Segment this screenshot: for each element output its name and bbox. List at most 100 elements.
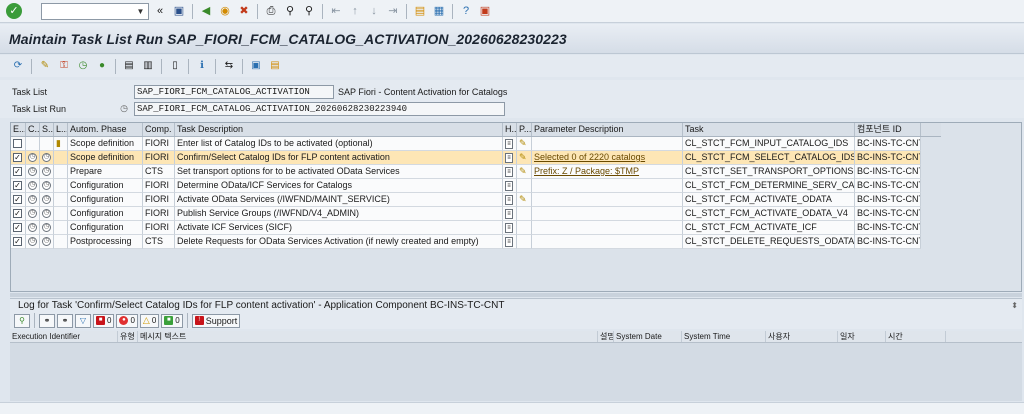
col-header-phase[interactable]: Autom. Phase (68, 123, 143, 136)
param-icon-cell[interactable]: ✎ (517, 137, 532, 151)
help-cell[interactable]: ≡ (503, 221, 517, 235)
task-list-run-field[interactable]: SAP_FIORI_FCM_CATALOG_ACTIVATION_2026062… (134, 101, 505, 116)
double-chevron-left-icon[interactable]: « (152, 3, 168, 19)
edit-icon[interactable]: ✎ (37, 58, 53, 74)
table-row[interactable]: ✓ ◷ ◷ Postprocessing CTS Delete Requests… (11, 235, 941, 249)
activate-icon[interactable]: ● (94, 58, 110, 74)
find-icon[interactable]: ⚲ (282, 3, 298, 19)
help-cell[interactable]: ≡ (503, 193, 517, 207)
execute-checkbox[interactable]: ✓ (11, 193, 26, 207)
help-cell[interactable]: ≡ (503, 179, 517, 193)
execute-checkbox[interactable]: ✓ (11, 179, 26, 193)
help-icon[interactable]: ? (458, 3, 474, 19)
table-row[interactable]: ▮ Scope definition FIORI Enter list of C… (11, 137, 941, 151)
param-cell[interactable] (532, 137, 683, 151)
filter-button[interactable]: ▽ (75, 313, 91, 328)
task-list-field[interactable]: SAP_FIORI_FCM_CATALOG_ACTIVATION (134, 84, 334, 99)
new-session-icon[interactable]: ▤ (412, 3, 428, 19)
col-header-p[interactable]: P... (517, 123, 532, 136)
table-row[interactable]: ✓ ◷ ◷ Scope definition FIORI Confirm/Sel… (11, 151, 941, 165)
customize-layout-icon[interactable]: ▣ (477, 3, 493, 19)
log-icon[interactable]: ▣ (248, 58, 264, 74)
lock-icon[interactable]: ⚿ (56, 58, 72, 74)
table-row[interactable]: ✓ ◷ ◷ Prepare CTS Set transport options … (11, 165, 941, 179)
col-header-param[interactable]: Parameter Description (532, 123, 683, 136)
param-icon-cell[interactable]: ✎ (517, 193, 532, 207)
chevron-down-icon[interactable]: ▼ (134, 5, 147, 18)
ok-icon[interactable]: ✓ (6, 3, 22, 19)
col-header-c[interactable]: C... (26, 123, 40, 136)
help-cell[interactable]: ≡ (503, 151, 517, 165)
param-cell[interactable]: Prefix: Z / Package: $TMP (532, 165, 683, 179)
command-input[interactable] (42, 3, 134, 19)
execute-checkbox[interactable] (11, 137, 26, 151)
log-body (10, 343, 1022, 401)
col-header-s[interactable]: S... (40, 123, 54, 136)
execute-checkbox[interactable]: ✓ (11, 151, 26, 165)
parameter-link[interactable]: Selected 0 of 2220 catalogs (534, 152, 645, 162)
col-header-desc[interactable]: Task Description (175, 123, 503, 136)
display-icon[interactable]: ▤ (267, 58, 283, 74)
print-icon[interactable]: ⎙ (263, 3, 279, 19)
info-filter-button[interactable]: ■ 0 (161, 313, 183, 328)
collapse-icon[interactable]: ▥ (140, 58, 156, 74)
settings-icon[interactable]: ⇆ (221, 58, 237, 74)
param-icon-cell[interactable]: ✎ (517, 165, 532, 179)
col-header-h[interactable]: H... (503, 123, 517, 136)
error-filter-button[interactable]: ● 0 (116, 313, 138, 328)
prev-page-icon[interactable]: ↑ (347, 3, 363, 19)
command-field[interactable]: ▼ (41, 2, 149, 20)
zoom-button[interactable]: ⚲ (14, 313, 30, 328)
col-header-message[interactable]: 메시지 텍스트 (138, 331, 598, 342)
find-next-icon[interactable]: ⚲ (301, 3, 317, 19)
stop-filter-button[interactable]: ■ 0 (93, 313, 115, 328)
col-header-time[interactable]: 시간 (886, 331, 946, 342)
exit-icon[interactable]: ◉ (217, 3, 233, 19)
save-icon[interactable]: ▣ (171, 3, 187, 19)
cancel-icon[interactable]: ✖ (236, 3, 252, 19)
find-next-button[interactable]: ⚭ (57, 313, 73, 328)
help-cell[interactable]: ≡ (503, 207, 517, 221)
execute-checkbox[interactable]: ✓ (11, 207, 26, 221)
help-cell[interactable]: ≡ (503, 165, 517, 179)
find-button[interactable]: ⚭ (39, 313, 55, 328)
table-row[interactable]: ✓ ◷ ◷ Configuration FIORI Determine ODat… (11, 179, 941, 193)
first-page-icon[interactable]: ⇤ (328, 3, 344, 19)
document-icon[interactable]: ▯ (167, 58, 183, 74)
execute-checkbox[interactable]: ✓ (11, 165, 26, 179)
table-row[interactable]: ✓ ◷ ◷ Configuration FIORI Publish Servic… (11, 207, 941, 221)
col-header-exec-id[interactable]: Execution Identifier (10, 331, 118, 342)
col-header-desc[interactable]: 설명 (598, 331, 614, 342)
col-header-systime[interactable]: System Time (682, 331, 766, 342)
execute-icon[interactable]: ◷ (75, 58, 91, 74)
col-header-e[interactable]: E... (11, 123, 26, 136)
execute-checkbox[interactable]: ✓ (11, 235, 26, 249)
table-row[interactable]: ✓ ◷ ◷ Configuration FIORI Activate OData… (11, 193, 941, 207)
table-row[interactable]: ✓ ◷ ◷ Configuration FIORI Activate ICF S… (11, 221, 941, 235)
scroll-arrows-icon[interactable]: ⬍ (1011, 299, 1018, 313)
col-header-task[interactable]: Task (683, 123, 855, 136)
next-page-icon[interactable]: ↓ (366, 3, 382, 19)
last-page-icon[interactable]: ⇥ (385, 3, 401, 19)
info-icon[interactable]: ℹ (194, 58, 210, 74)
col-header-compid[interactable]: 컴포넌트 ID (855, 123, 921, 136)
execute-checkbox[interactable]: ✓ (11, 221, 26, 235)
help-cell[interactable]: ≡ (503, 235, 517, 249)
col-header-sysdate[interactable]: System Date (614, 331, 682, 342)
col-header-l[interactable]: L... (54, 123, 68, 136)
refresh-icon[interactable]: ⟳ (10, 58, 26, 74)
col-header-comp[interactable]: Comp. (143, 123, 175, 136)
support-button[interactable]: ! Support (191, 313, 241, 328)
back-icon[interactable]: ◀ (198, 3, 214, 19)
pane-splitter[interactable] (10, 293, 1022, 297)
parameter-link[interactable]: Prefix: Z / Package: $TMP (534, 166, 639, 176)
shortcut-icon[interactable]: ▦ (431, 3, 447, 19)
help-cell[interactable]: ≡ (503, 137, 517, 151)
param-cell[interactable]: Selected 0 of 2220 catalogs (532, 151, 683, 165)
col-header-type[interactable]: 유형 (118, 331, 138, 342)
warning-filter-button[interactable]: △ 0 (139, 313, 160, 328)
expand-icon[interactable]: ▤ (121, 58, 137, 74)
col-header-date[interactable]: 일자 (838, 331, 886, 342)
col-header-user[interactable]: 사용자 (766, 331, 838, 342)
param-icon-cell[interactable]: ✎ (517, 151, 532, 165)
